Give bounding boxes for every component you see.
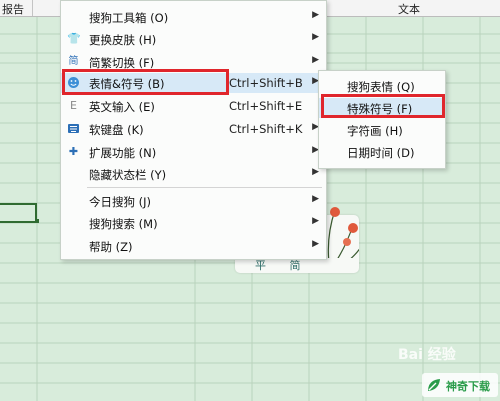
baidu-watermark: Bai 经验 — [398, 347, 456, 363]
column-separator — [32, 0, 33, 16]
symbols-submenu: 搜狗表情 (Q) 特殊符号 (F) 字符画 (H) 日期时间 (D) — [318, 70, 446, 169]
menu-item-sogou-search[interactable]: 搜狗搜索 (M) ▶ — [61, 213, 326, 233]
highlight-box-emoji-symbols — [62, 69, 229, 95]
brand-logo-text: 神奇下载 — [446, 380, 490, 393]
menu-item-hide-statusbar[interactable]: 隐藏状态栏 (Y) ▶ — [61, 164, 326, 184]
selected-cell[interactable] — [0, 203, 37, 223]
e-icon: E — [70, 99, 77, 112]
menu-item-today-sogou[interactable]: 今日搜狗 (J) ▶ — [61, 191, 326, 211]
submenu-arrow-icon: ▶ — [312, 216, 319, 226]
shirt-icon: 👕 — [67, 32, 81, 45]
fill-handle[interactable] — [35, 219, 39, 223]
jian-icon: 简 — [68, 56, 79, 67]
menu-item-english-input[interactable]: E 英文输入 (E) Ctrl+Shift+E — [61, 96, 326, 116]
ime-context-menu: 搜狗工具箱 (O) ▶ 👕 更换皮肤 (H) ▶ 简 简繁切换 (F) ▶ 表情… — [60, 0, 327, 260]
shortcut-text: Ctrl+Shift+B — [229, 76, 303, 90]
menu-item-toolbox[interactable]: 搜狗工具箱 (O) ▶ — [61, 7, 326, 27]
shortcut-text: Ctrl+Shift+E — [229, 99, 303, 113]
leaf-icon — [428, 379, 440, 391]
submenu-item-sogou-emoji[interactable]: 搜狗表情 (Q) — [319, 76, 445, 96]
puzzle-icon: ✚ — [68, 145, 79, 158]
submenu-arrow-icon: ▶ — [312, 55, 319, 65]
submenu-arrow-icon: ▶ — [312, 194, 319, 204]
shortcut-text: Ctrl+Shift+K — [229, 122, 303, 136]
keyboard-icon — [67, 122, 80, 135]
submenu-item-ascii-art[interactable]: 字符画 (H) — [319, 120, 445, 140]
report-label: 报告 — [2, 3, 24, 16]
menu-divider — [87, 187, 322, 188]
brand-logo: 神奇下载 — [422, 373, 498, 397]
submenu-arrow-icon: ▶ — [312, 239, 319, 249]
menu-item-help[interactable]: 帮助 (Z) ▶ — [61, 236, 326, 256]
submenu-arrow-icon: ▶ — [312, 10, 319, 20]
highlight-box-special-symbols — [321, 94, 445, 118]
text-label: 文本 — [398, 3, 420, 16]
submenu-arrow-icon: ▶ — [312, 32, 319, 42]
submenu-item-date-time[interactable]: 日期时间 (D) — [319, 142, 445, 162]
menu-item-change-skin[interactable]: 👕 更换皮肤 (H) ▶ — [61, 29, 326, 49]
menu-item-soft-keyboard[interactable]: 软键盘 (K) Ctrl+Shift+K ▶ — [61, 119, 326, 139]
menu-item-extensions[interactable]: ✚ 扩展功能 (N) ▶ — [61, 142, 326, 162]
